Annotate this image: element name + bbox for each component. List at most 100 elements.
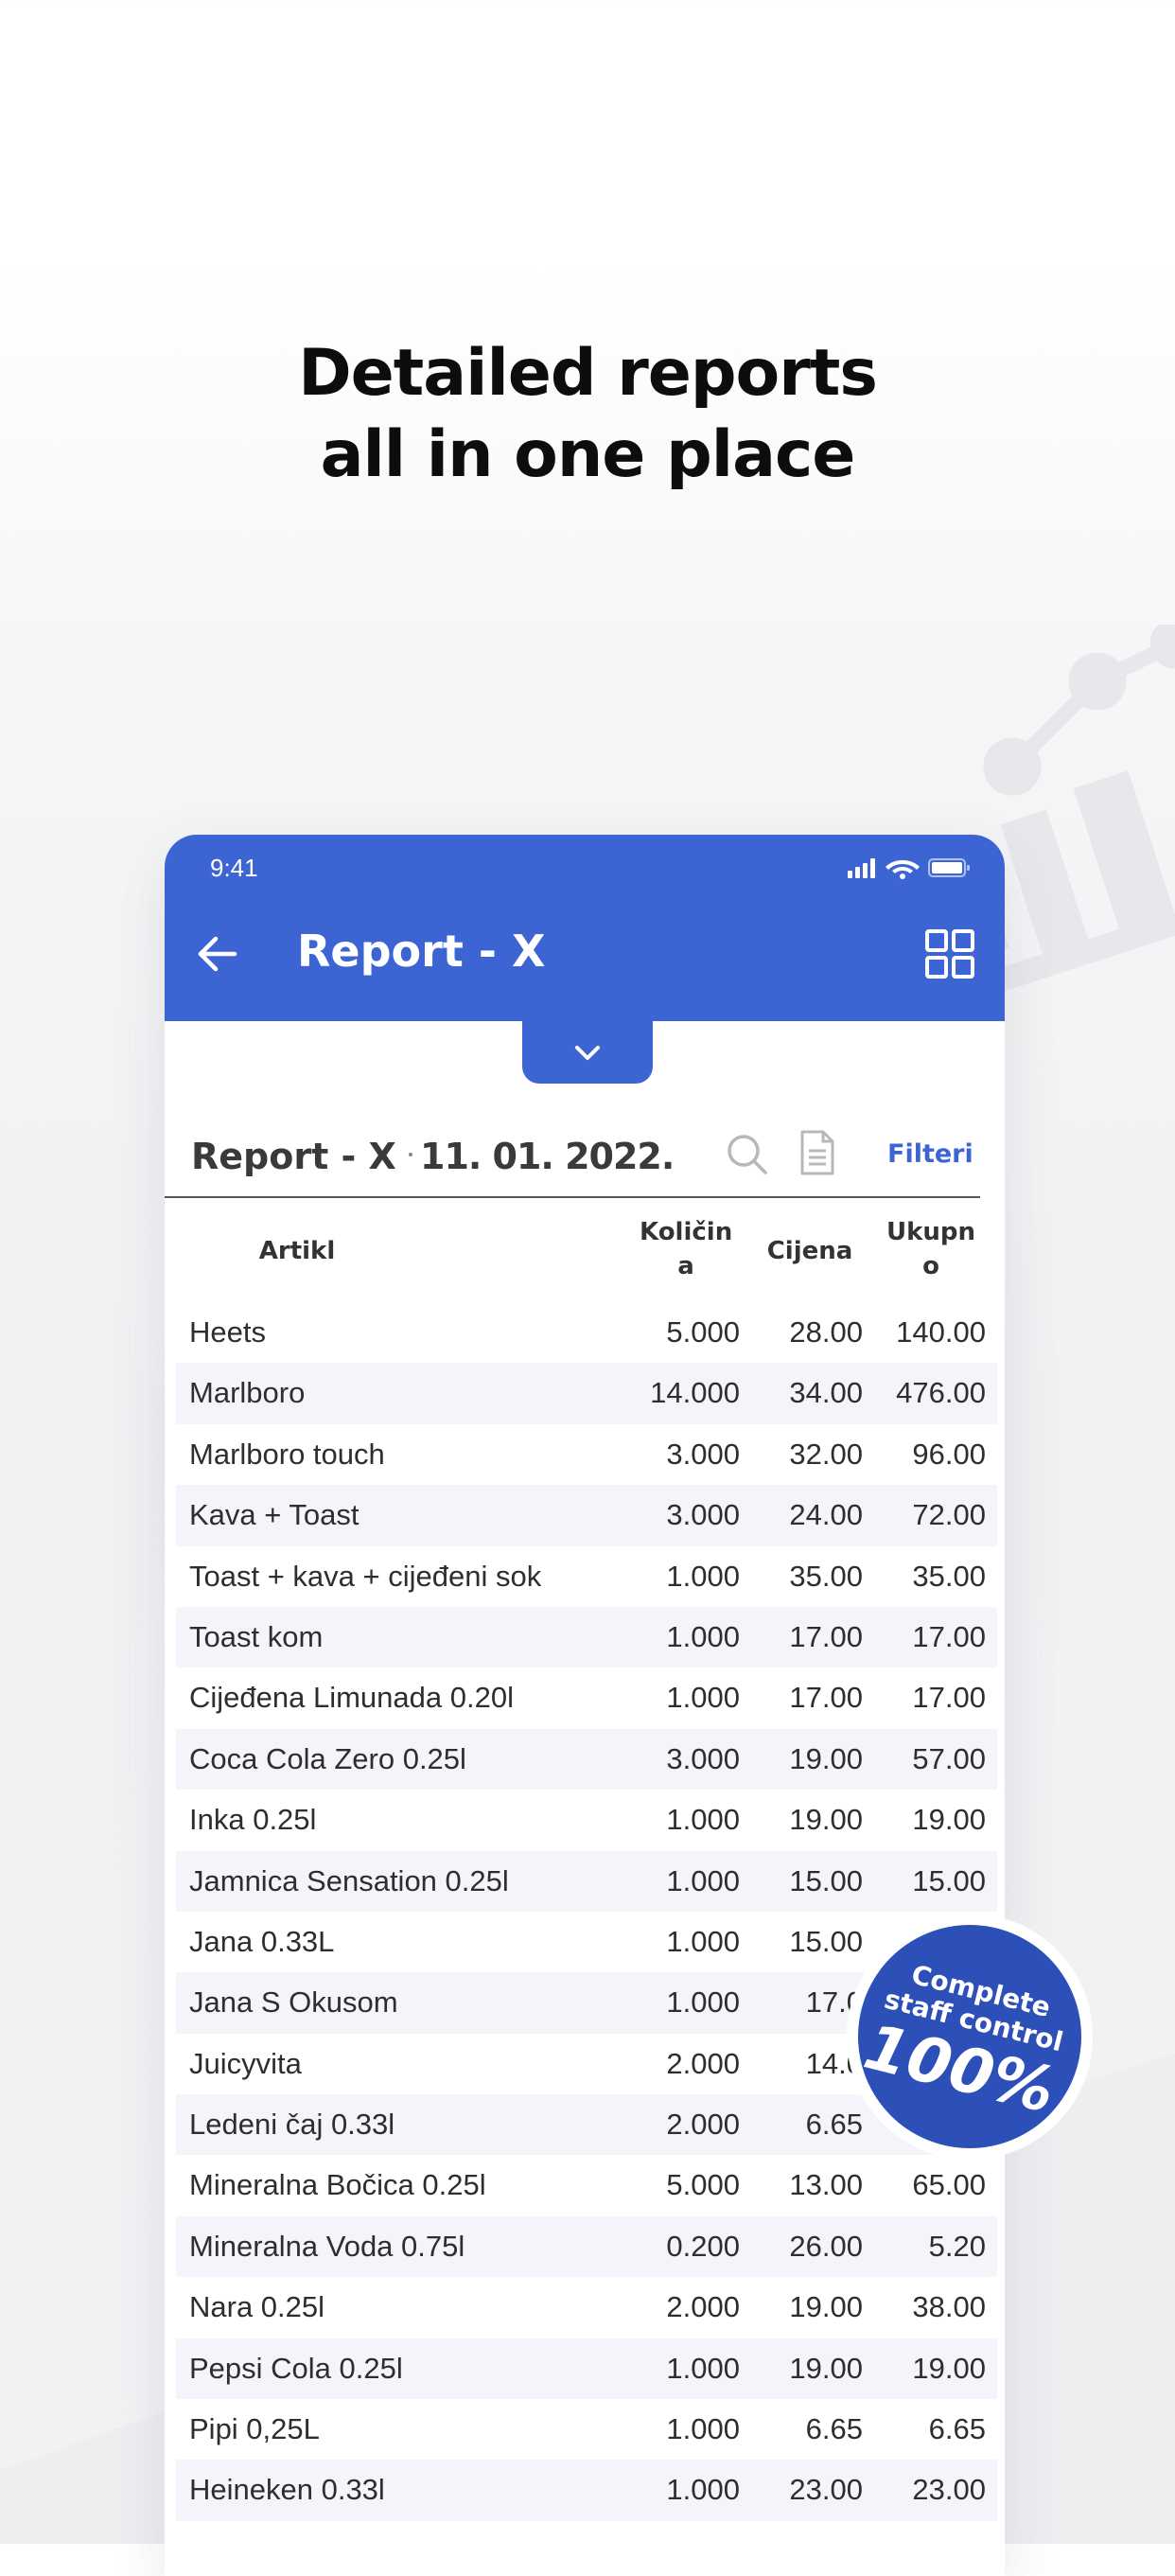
item-name: Toast kom <box>189 1619 324 1653</box>
item-price: 24.00 <box>789 1498 863 1532</box>
item-name: Pipi 0,25L <box>189 2412 320 2446</box>
item-total: 6.65 <box>928 2412 986 2446</box>
item-price: 6.65 <box>805 2412 863 2446</box>
item-quantity: 0.200 <box>666 2229 740 2263</box>
table-row[interactable]: Nara 0.25l 2.000 19.00 38.00 <box>176 2277 997 2338</box>
item-name: Nara 0.25l <box>189 2290 325 2324</box>
item-price: 19.00 <box>789 1741 863 1775</box>
item-quantity: 3.000 <box>666 1741 740 1775</box>
table-row[interactable]: Pipi 0,25L 1.000 6.65 6.65 <box>176 2399 997 2460</box>
item-name: Inka 0.25l <box>189 1803 317 1837</box>
table-row[interactable]: Coca Cola Zero 0.25l 3.000 19.00 57.00 <box>176 1728 997 1791</box>
item-quantity: 14.000 <box>650 1376 740 1410</box>
report-toolbar: Report - X 11. 01. 2022. Filteri <box>165 1119 1005 1194</box>
report-title: Report - X <box>191 1136 396 1177</box>
item-name: Coca Cola Zero 0.25l <box>189 1741 466 1775</box>
back-button[interactable] <box>191 927 244 980</box>
item-name: Mineralna Voda 0.75l <box>189 2229 465 2263</box>
item-total: 17.00 <box>912 1619 986 1653</box>
signal-icon <box>848 858 875 878</box>
item-quantity: 2.000 <box>666 2290 740 2324</box>
item-price: 19.00 <box>789 2290 863 2324</box>
column-header-ukupno-line-2: o <box>922 1252 939 1280</box>
item-price: 23.00 <box>789 2473 863 2507</box>
item-price: 26.00 <box>789 2229 863 2263</box>
item-total: 17.00 <box>912 1681 986 1715</box>
table-row[interactable]: Inka 0.25l 1.000 19.00 19.00 <box>176 1790 997 1850</box>
item-quantity: 1.000 <box>666 1803 740 1837</box>
document-icon[interactable] <box>797 1128 838 1177</box>
item-total: 57.00 <box>912 1741 986 1775</box>
item-price: 17.00 <box>789 1619 863 1653</box>
table-row[interactable]: Marlboro 14.000 34.00 476.00 <box>176 1363 997 1424</box>
table-row[interactable]: Cijeđena Limunada 0.20l 1.000 17.00 17.00 <box>176 1667 997 1728</box>
table-row[interactable]: Toast + kava + cijeđeni sok 1.000 35.00 35.… <box>176 1546 997 1607</box>
column-header-ukupno-line-1: Ukupn <box>886 1218 976 1246</box>
phone-mockup: 9:41 Report - X Report - X 11. 01. 2022.… <box>165 835 1005 2576</box>
table-row[interactable]: Marlboro touch 3.000 32.00 96.00 <box>176 1424 997 1485</box>
table-row[interactable]: Heets 5.000 28.00 140.00 <box>176 1302 997 1363</box>
item-name: Jana S Okusom <box>189 1985 398 2020</box>
table-row[interactable]: Mineralna Voda 0.75l 0.200 26.00 5.20 <box>176 2215 997 2278</box>
separator-dot <box>409 1153 412 1156</box>
item-price: 32.00 <box>789 1437 863 1471</box>
grid-view-button[interactable] <box>923 927 976 980</box>
table-row[interactable]: Pepsi Cola 0.25l 1.000 19.00 19.00 <box>176 2338 997 2400</box>
item-name: Pepsi Cola 0.25l <box>189 2351 403 2385</box>
item-name: Jamnica Sensation 0.25l <box>189 1863 509 1897</box>
wifi-icon <box>886 860 920 879</box>
table-header: Artikl Količin a Cijena Ukupn o <box>176 1213 993 1297</box>
table-row[interactable]: Heineken 0.33l 1.000 23.00 23.00 <box>176 2460 997 2521</box>
item-quantity: 3.000 <box>666 1498 740 1532</box>
search-icon[interactable] <box>723 1130 772 1179</box>
item-name: Cijeđena Limunada 0.20l <box>189 1681 514 1715</box>
item-total: 19.00 <box>912 2351 986 2385</box>
item-total: 65.00 <box>912 2168 986 2202</box>
item-price: 34.00 <box>789 1376 863 1410</box>
item-price: 15.00 <box>789 1863 863 1897</box>
toolbar-divider <box>165 1196 980 1198</box>
item-name: Heets <box>189 1315 266 1349</box>
item-price: 17.00 <box>789 1681 863 1715</box>
report-date[interactable]: 11. 01. 2022. <box>420 1136 675 1177</box>
item-quantity: 3.000 <box>666 1437 740 1471</box>
app-bar-title: Report - X <box>297 926 546 977</box>
item-name: Ledeni čaj 0.33l <box>189 2108 395 2142</box>
filter-button[interactable]: Filteri <box>887 1139 973 1169</box>
item-total: 5.20 <box>928 2229 986 2263</box>
item-price: 19.00 <box>789 1803 863 1837</box>
app-bar: 9:41 Report - X <box>165 835 1005 1021</box>
item-name: Marlboro <box>189 1376 306 1410</box>
item-name: Toast + kava + cijeđeni sok <box>189 1559 542 1593</box>
item-quantity: 1.000 <box>666 1559 740 1593</box>
item-quantity: 1.000 <box>666 1985 740 2020</box>
table-row[interactable]: Kava + Toast 3.000 24.00 72.00 <box>176 1485 997 1546</box>
item-price: 13.00 <box>789 2168 863 2202</box>
item-name: Marlboro touch <box>189 1437 385 1471</box>
item-quantity: 5.000 <box>666 1315 740 1349</box>
item-total: 140.00 <box>896 1315 986 1349</box>
column-header-kolicina-line-2: a <box>677 1252 694 1280</box>
item-quantity: 1.000 <box>666 1619 740 1653</box>
item-total: 35.00 <box>912 1559 986 1593</box>
headline-line-2: all in one place <box>320 417 856 492</box>
item-quantity: 2.000 <box>666 2046 740 2080</box>
item-total: 15.00 <box>912 1863 986 1897</box>
item-name: Heineken 0.33l <box>189 2473 385 2507</box>
item-quantity: 5.000 <box>666 2168 740 2202</box>
item-total: 19.00 <box>912 1803 986 1837</box>
item-quantity: 2.000 <box>666 2108 740 2142</box>
item-total: 476.00 <box>896 1376 986 1410</box>
table-row[interactable]: Jamnica Sensation 0.25l 1.000 15.00 15.00 <box>176 1850 997 1912</box>
headline: Detailed reports all in one place <box>0 333 1175 496</box>
staff-control-badge: Complete staff control 100% <box>847 1914 1093 2160</box>
column-header-kolicina: Količin a <box>640 1215 732 1283</box>
expand-filters-button[interactable] <box>522 1021 653 1084</box>
item-name: Jana 0.33L <box>189 1924 335 1958</box>
battery-icon <box>928 858 970 877</box>
table-row[interactable]: Mineralna Bočica 0.25l 5.000 13.00 65.00 <box>176 2155 997 2215</box>
item-quantity: 1.000 <box>666 2473 740 2507</box>
item-name: Mineralna Bočica 0.25l <box>189 2168 486 2202</box>
table-row[interactable]: Toast kom 1.000 17.00 17.00 <box>176 1606 997 1668</box>
column-header-ukupno: Ukupn o <box>884 1215 978 1283</box>
